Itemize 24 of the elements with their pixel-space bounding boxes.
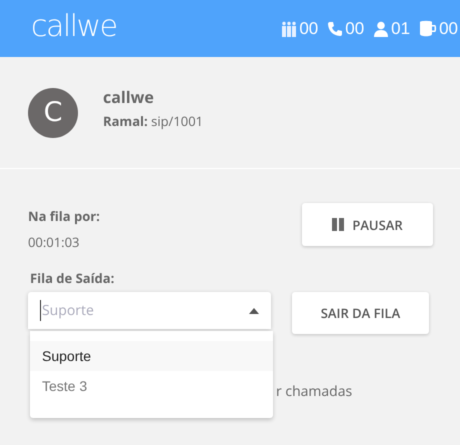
counter-value: 00 bbox=[439, 18, 458, 38]
user-name: callwe bbox=[103, 86, 155, 108]
counter-value: 00 bbox=[299, 18, 318, 38]
leave-queue-button[interactable]: SAIR DA FILA bbox=[292, 292, 429, 334]
extension-text: Ramal: sip/1001 bbox=[103, 112, 204, 130]
user-icon bbox=[373, 20, 390, 36]
partial-text: r chamadas bbox=[276, 382, 352, 401]
caret-icon bbox=[249, 308, 259, 314]
pause-icon bbox=[332, 218, 344, 231]
queue-select[interactable]: Suporte bbox=[28, 292, 271, 329]
logo: callwe bbox=[31, 9, 117, 44]
counter-value: 00 bbox=[345, 18, 364, 38]
pause-button[interactable]: PAUSAR bbox=[302, 203, 433, 246]
dropdown-option[interactable]: Suporte bbox=[30, 341, 273, 371]
mug-icon bbox=[419, 20, 438, 37]
group-icon bbox=[281, 20, 298, 36]
exit-queue-label: Fila de Saída: bbox=[30, 269, 114, 287]
select-input[interactable]: Suporte bbox=[40, 300, 249, 321]
queue-time: 00:01:03 bbox=[28, 233, 80, 251]
avatar: C bbox=[28, 88, 78, 138]
phone-icon bbox=[327, 20, 344, 36]
dropdown-option[interactable]: Teste 3 bbox=[30, 371, 273, 401]
counter-value: 01 bbox=[391, 18, 410, 38]
queue-time-label: Na fila por: bbox=[28, 207, 100, 225]
